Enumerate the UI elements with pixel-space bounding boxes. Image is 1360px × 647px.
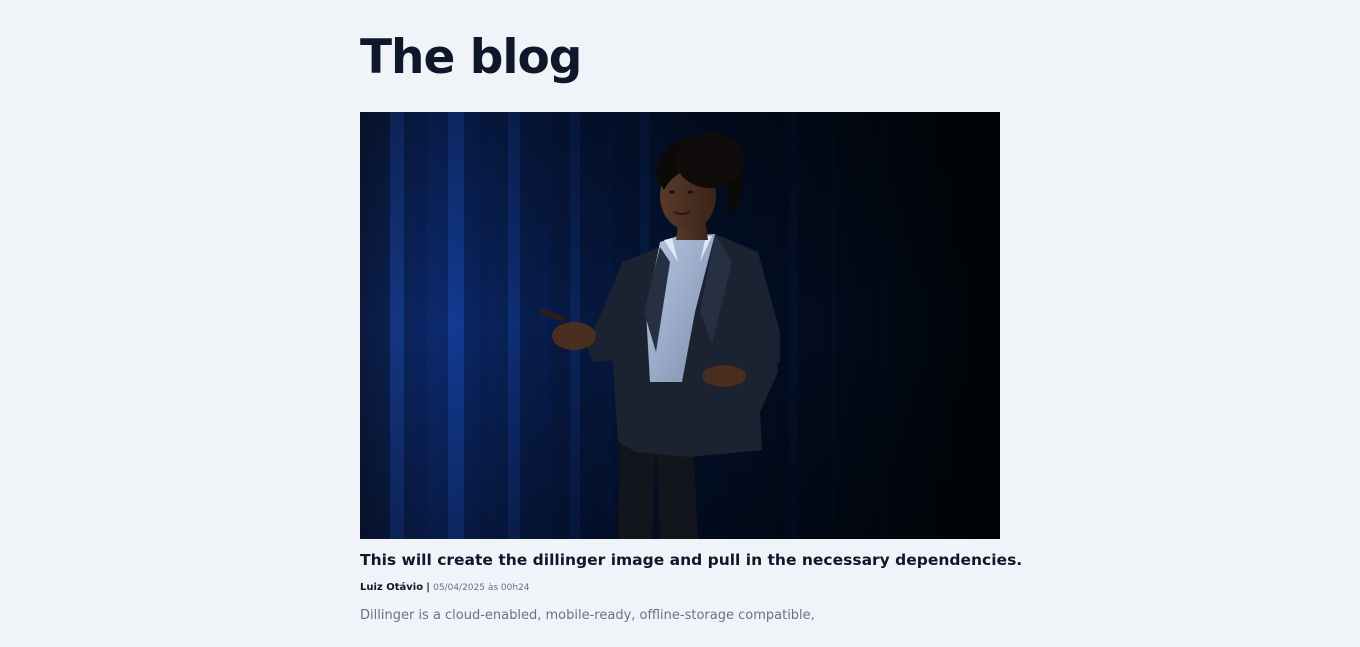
post-meta: Luiz Otávio | 05/04/2025 às 00h24 xyxy=(360,581,530,595)
post-cover-image[interactable] xyxy=(360,112,1000,539)
post-author: Luiz Otávio xyxy=(360,582,424,593)
page-title: The blog xyxy=(360,30,582,85)
post-date: 05/04/2025 às 00h24 xyxy=(433,583,530,593)
meta-separator: | xyxy=(426,582,430,593)
post-title[interactable]: This will create the dillinger image and… xyxy=(360,549,1022,571)
post-excerpt: Dillinger is a cloud-enabled, mobile-rea… xyxy=(360,608,815,623)
